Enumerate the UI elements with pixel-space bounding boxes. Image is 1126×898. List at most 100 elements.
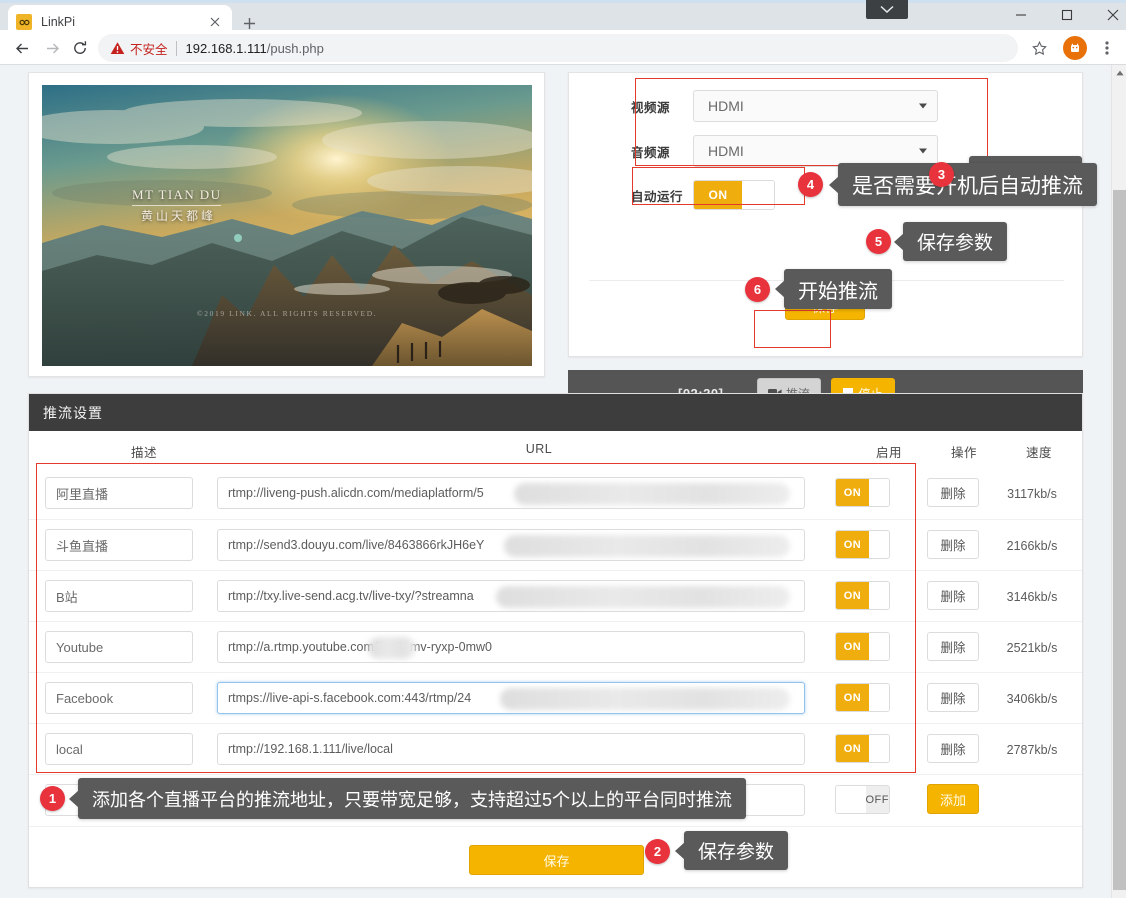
delete-button[interactable]: 删除 bbox=[927, 478, 979, 507]
delete-button[interactable]: 删除 bbox=[927, 734, 979, 763]
page-scrollbar[interactable] bbox=[1111, 65, 1126, 898]
enable-toggle-wrap: ON bbox=[835, 683, 890, 712]
column-header-desc: 描述 bbox=[130, 446, 157, 460]
video-source-select[interactable]: HDMI bbox=[693, 90, 938, 122]
url-input[interactable]: rtmp://send3.douyu.com/live/8463866rkJH6… bbox=[217, 529, 805, 561]
delete-button[interactable]: 删除 bbox=[927, 632, 979, 661]
table-row: 阿里直播 rtmp://liveng-push.alicdn.com/mediap… bbox=[29, 468, 1082, 519]
video-overlay-subtitle: 黄山天都峰 bbox=[141, 209, 217, 223]
url-text: rtmps://live-api-s.facebook.com:443/rtmp… bbox=[228, 691, 472, 705]
annotation-badge-5: 5 bbox=[866, 229, 891, 254]
url-text: rtmp://txy.live-send.acg.tv/live-txy/?st… bbox=[228, 589, 474, 603]
address-bar-divider bbox=[175, 40, 177, 56]
linkpi-favicon-icon bbox=[16, 14, 32, 30]
enable-toggle[interactable]: ON bbox=[835, 530, 890, 559]
browser-toolbar: 不安全 192.168.1.111/push.php bbox=[0, 30, 1126, 65]
audio-source-label: 音频源 bbox=[631, 145, 671, 160]
annotation-tooltip-5: 保存参数 bbox=[903, 222, 1008, 261]
enable-toggle-state: ON bbox=[836, 735, 869, 762]
close-tab-icon[interactable] bbox=[206, 13, 224, 31]
video-preview-image: MT TIAN DU 黄山天都峰 ©2019 LINK. ALL RIGHTS … bbox=[42, 85, 532, 366]
profile-avatar[interactable] bbox=[1063, 36, 1087, 60]
enable-toggle-track bbox=[869, 479, 889, 506]
url-path: /push.php bbox=[266, 40, 324, 56]
enable-toggle-track bbox=[869, 633, 889, 660]
video-source-value: HDMI bbox=[708, 98, 744, 114]
enable-toggle[interactable]: ON bbox=[835, 632, 890, 661]
video-overlay-title: MT TIAN DU bbox=[132, 187, 222, 206]
desc-input[interactable]: Facebook bbox=[45, 682, 193, 714]
back-button[interactable] bbox=[8, 34, 36, 62]
enable-toggle-state: ON bbox=[836, 633, 869, 660]
redacted-url-segment bbox=[500, 688, 790, 710]
redacted-url-segment bbox=[504, 535, 790, 557]
speed-value: 2787kb/s bbox=[1006, 743, 1058, 757]
table-header-row: 描述 URL 启用 操作 速度 bbox=[29, 431, 1082, 468]
delete-button[interactable]: 删除 bbox=[927, 581, 979, 610]
enable-toggle[interactable]: ON bbox=[835, 581, 890, 610]
table-row: local rtmp://192.168.1.111/live/local ON 删除… bbox=[29, 723, 1082, 774]
browser-window: LinkPi 不安全 192.168.1.111/push.php MT TIA… bbox=[0, 0, 1126, 898]
not-secure-warning-icon bbox=[110, 41, 125, 56]
annotation-tooltip-2: 保存参数 bbox=[684, 831, 789, 870]
url-input[interactable]: rtmp://192.168.1.111/live/local bbox=[217, 733, 805, 765]
table-row: 斗鱼直播 rtmp://send3.douyu.com/live/8463866r… bbox=[29, 519, 1082, 570]
address-bar-url: 192.168.1.111/push.php bbox=[186, 41, 324, 56]
annotation-badge-1: 1 bbox=[40, 786, 65, 811]
speed-value: 3146kb/s bbox=[1006, 590, 1058, 604]
url-text: rtmp://send3.douyu.com/live/8463866rkJH6… bbox=[228, 538, 485, 552]
url-input[interactable]: rtmp://txy.live-send.acg.tv/live-txy/?st… bbox=[217, 580, 805, 612]
column-header-speed: 速度 bbox=[1025, 446, 1052, 460]
table-row: Facebook rtmps://live-api-s.facebook.com:… bbox=[29, 672, 1082, 723]
url-host: 192.168.1.111 bbox=[185, 40, 267, 56]
url-text: rtmp://a.rtmp.youtube.com/live2/ mv-ryxp… bbox=[228, 640, 492, 654]
enable-toggle-state: ON bbox=[836, 684, 869, 711]
autorun-toggle[interactable]: ON bbox=[693, 180, 775, 210]
speed-value: 3117kb/s bbox=[1007, 487, 1057, 501]
desc-input[interactable]: 斗鱼直播 bbox=[45, 529, 193, 561]
scrollbar-thumb[interactable] bbox=[1113, 190, 1126, 890]
column-header-operation: 操作 bbox=[950, 446, 977, 460]
new-row-toggle-track bbox=[836, 786, 866, 813]
table-row: B站 rtmp://txy.live-send.acg.tv/live-txy/?… bbox=[29, 570, 1082, 621]
reload-button[interactable] bbox=[66, 34, 94, 62]
enable-toggle-track bbox=[869, 684, 889, 711]
enable-toggle-wrap: ON bbox=[835, 530, 890, 559]
delete-button[interactable]: 删除 bbox=[927, 530, 979, 559]
speed-value: 3406kb/s bbox=[1006, 692, 1058, 706]
push-settings-header: 推流设置 bbox=[29, 394, 1082, 431]
push-settings-title: 推流设置 bbox=[43, 404, 103, 421]
bottom-save-row: 保存 bbox=[29, 826, 1082, 896]
speed-value: 2166kb/s bbox=[1006, 539, 1058, 553]
enable-toggle-wrap: ON bbox=[835, 734, 890, 763]
video-overlay-footer: ©2019 LINK. ALL RIGHTS RESERVED. bbox=[197, 309, 378, 318]
url-input[interactable]: rtmp://a.rtmp.youtube.com/live2/ mv-ryxp… bbox=[217, 631, 805, 663]
browser-menu-icon[interactable] bbox=[1094, 35, 1120, 61]
new-row-toggle[interactable]: OFF bbox=[835, 785, 890, 814]
new-row-toggle-wrap: OFF bbox=[835, 785, 890, 814]
new-row-toggle-state: OFF bbox=[865, 786, 889, 813]
tab-title-label: LinkPi bbox=[41, 15, 76, 29]
enable-toggle[interactable]: ON bbox=[835, 478, 890, 507]
autorun-row: 自动运行 ON bbox=[631, 180, 775, 210]
desc-input[interactable]: 阿里直播 bbox=[45, 477, 193, 509]
enable-toggle-wrap: ON bbox=[835, 581, 890, 610]
enable-toggle[interactable]: ON bbox=[835, 683, 890, 712]
annotation-badge-6: 6 bbox=[745, 277, 770, 302]
speed-value: 2521kb/s bbox=[1006, 641, 1058, 655]
page-content: MT TIAN DU 黄山天都峰 ©2019 LINK. ALL RIGHTS … bbox=[0, 65, 1126, 898]
redacted-url-segment bbox=[514, 483, 790, 505]
delete-button[interactable]: 删除 bbox=[927, 683, 979, 712]
enable-toggle[interactable]: ON bbox=[835, 734, 890, 763]
url-input[interactable]: rtmp://liveng-push.alicdn.com/mediaplatf… bbox=[217, 477, 805, 509]
desc-input[interactable]: local bbox=[45, 733, 193, 765]
address-bar[interactable]: 不安全 192.168.1.111/push.php bbox=[98, 34, 1018, 62]
bookmark-star-icon[interactable] bbox=[1026, 35, 1052, 61]
push-settings-save-button[interactable]: 保存 bbox=[469, 845, 644, 875]
desc-input[interactable]: Youtube bbox=[45, 631, 193, 663]
forward-button[interactable] bbox=[38, 34, 66, 62]
desc-input[interactable]: B站 bbox=[45, 580, 193, 612]
scroll-up-arrow-icon[interactable] bbox=[1112, 65, 1126, 81]
url-input[interactable]: rtmps://live-api-s.facebook.com:443/rtmp… bbox=[217, 682, 805, 714]
add-button[interactable]: 添加 bbox=[927, 784, 979, 814]
